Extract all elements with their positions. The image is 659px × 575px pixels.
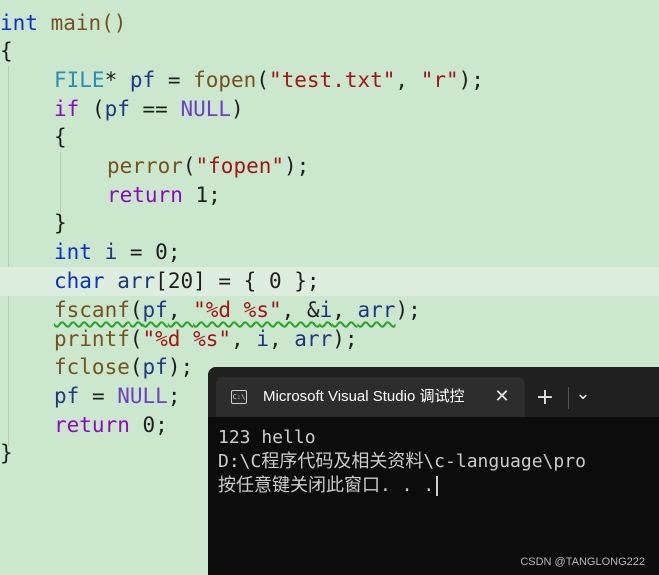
console-output[interactable]: 123 hello D:\C程序代码及相关资料\c-language\pro 按… xyxy=(218,426,659,498)
code-token: "%d %s" xyxy=(193,298,282,322)
code-token: [20] = { 0 }; xyxy=(155,269,320,293)
code-line-14[interactable]: pf = NULL; xyxy=(54,382,180,411)
console-titlebar[interactable]: C:\ Microsoft Visual Studio 调试控 ✕ + ⌄ xyxy=(208,367,659,417)
code-token: i xyxy=(256,327,269,351)
console-output-line: D:\C程序代码及相关资料\c-language\pro xyxy=(218,451,586,472)
code-token: , xyxy=(231,327,257,351)
code-token: ( xyxy=(182,154,196,178)
code-line-2[interactable]: { xyxy=(0,37,13,66)
code-token: "%d %s" xyxy=(142,327,232,351)
code-token: int xyxy=(54,240,92,264)
code-line-8[interactable]: } xyxy=(54,209,67,238)
dropdown-chevron-icon[interactable]: ⌄ xyxy=(572,381,594,407)
code-token: ); xyxy=(284,154,310,178)
code-line-15[interactable]: return 0; xyxy=(54,411,168,440)
code-token: "fopen" xyxy=(195,154,285,178)
code-token: pf xyxy=(129,68,156,92)
code-line-10-current[interactable]: char arr[20] = { 0 }; xyxy=(0,267,659,296)
code-token: , xyxy=(395,68,421,92)
code-token: ); xyxy=(395,298,421,322)
code-token: = xyxy=(155,68,194,92)
code-token: ); xyxy=(332,327,358,351)
code-token: , xyxy=(268,327,295,351)
code-token: arr xyxy=(357,298,396,322)
code-token: ( xyxy=(129,355,143,379)
code-token: fclose xyxy=(54,355,130,379)
code-token: perror xyxy=(107,154,183,178)
code-token: if xyxy=(54,97,80,121)
indent-guide xyxy=(8,66,9,446)
code-token: fscanf xyxy=(54,298,130,322)
code-line-4[interactable]: if (pf == NULL) xyxy=(54,95,244,124)
code-line-1[interactable]: int main() xyxy=(0,9,126,38)
code-token: return xyxy=(54,413,130,437)
new-tab-button[interactable]: + xyxy=(532,385,558,411)
code-token: , & xyxy=(281,298,320,322)
code-token: = xyxy=(79,384,118,408)
code-line-7[interactable]: return 1; xyxy=(107,181,221,210)
code-line-12[interactable]: printf("%d %s", i, arr); xyxy=(54,325,358,354)
code-token: pf xyxy=(142,298,168,322)
code-line-5[interactable]: { xyxy=(54,123,67,152)
console-output-line: 123 hello xyxy=(218,427,316,448)
text-cursor xyxy=(436,476,439,496)
code-token: { xyxy=(54,125,67,149)
code-token: ( xyxy=(129,327,143,351)
code-token: fopen xyxy=(193,68,257,92)
code-token: ) xyxy=(231,97,244,121)
code-token: int xyxy=(0,11,38,35)
code-line-6[interactable]: perror("fopen"); xyxy=(107,152,309,181)
code-token: ( xyxy=(79,97,105,121)
code-line-11[interactable]: fscanf(pf, "%d %s", &i, arr); xyxy=(54,296,421,325)
code-token: i xyxy=(319,298,333,322)
code-token: = 0; xyxy=(117,240,181,264)
indent-guide xyxy=(60,152,61,212)
code-token: , xyxy=(167,298,194,322)
code-token: , xyxy=(332,298,358,322)
code-token: ; xyxy=(167,384,181,408)
code-line-9[interactable]: int i = 0; xyxy=(54,238,180,267)
code-line-16[interactable]: } xyxy=(0,439,13,468)
code-token: "r" xyxy=(420,68,459,92)
code-token: NULL xyxy=(180,97,232,121)
code-token: pf xyxy=(142,355,168,379)
watermark: CSDN @TANGLONG222 xyxy=(520,556,645,568)
code-token: ); xyxy=(167,355,194,379)
console-prompt-text: 按任意键关闭此窗口. . . xyxy=(218,475,435,496)
close-tab-icon[interactable]: ✕ xyxy=(490,385,514,409)
code-token: 0; xyxy=(129,413,168,437)
code-token: char xyxy=(54,269,105,293)
code-token: printf xyxy=(54,327,130,351)
code-token: FILE xyxy=(54,68,105,92)
code-token: NULL xyxy=(117,384,168,408)
code-token: } xyxy=(0,441,13,465)
code-token: arr xyxy=(294,327,333,351)
code-token: ( xyxy=(256,68,269,92)
code-token: { xyxy=(0,39,13,63)
code-token: 1; xyxy=(182,183,221,207)
code-token: i xyxy=(104,240,118,264)
titlebar-divider xyxy=(568,387,569,409)
code-token: ( xyxy=(129,298,143,322)
code-token: * xyxy=(104,68,130,92)
console-output-line: 按任意键关闭此窗口. . . xyxy=(218,474,659,498)
code-token: return xyxy=(107,183,183,207)
code-token: main() xyxy=(37,11,127,35)
code-token: ); xyxy=(458,68,484,92)
terminal-icon: C:\ xyxy=(231,390,247,404)
code-token: arr xyxy=(117,269,156,293)
code-line-3[interactable]: FILE* pf = fopen("test.txt", "r"); xyxy=(54,66,484,95)
code-token: "test.txt" xyxy=(268,68,396,92)
code-token: pf xyxy=(104,97,130,121)
debug-console-window[interactable]: C:\ Microsoft Visual Studio 调试控 ✕ + ⌄ 12… xyxy=(208,367,659,575)
code-line-13[interactable]: fclose(pf); xyxy=(54,353,193,382)
console-tab-title: Microsoft Visual Studio 调试控 xyxy=(263,388,465,405)
code-token: } xyxy=(54,211,67,235)
console-tab[interactable]: C:\ Microsoft Visual Studio 调试控 ✕ xyxy=(216,377,525,417)
code-token: pf xyxy=(54,384,80,408)
code-token: == xyxy=(129,97,181,121)
warning-squiggle[interactable]: fscanf(pf, "%d %s", &i, arr xyxy=(54,298,395,322)
